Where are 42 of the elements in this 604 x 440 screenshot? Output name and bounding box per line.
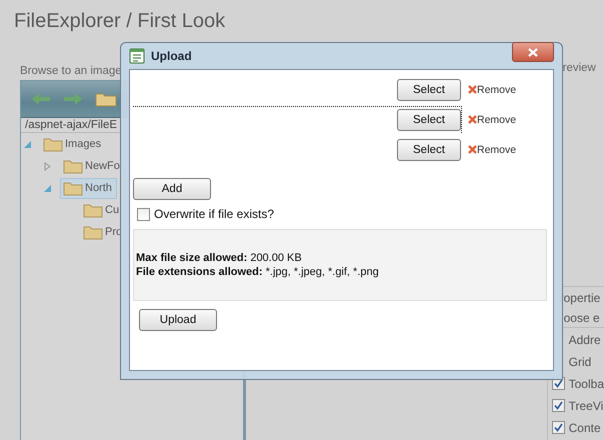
info-text: File extensions allowed: *.jpg, *.jpeg, *.gif, *.png (136, 265, 380, 279)
select-button[interactable]: Select (397, 139, 461, 161)
folder-icon[interactable] (95, 91, 117, 107)
option-label: Grid (568, 354, 592, 368)
folder-icon (63, 180, 83, 196)
option-label: Conte (568, 420, 601, 434)
dialog-title: Upload (151, 49, 193, 63)
tree-item[interactable]: NewFo (60, 156, 125, 176)
folder-icon (63, 158, 83, 174)
remove-icon[interactable] (468, 115, 477, 124)
collapsed-triangle-icon[interactable] (44, 162, 52, 170)
expanded-triangle-icon[interactable] (24, 140, 32, 148)
form-icon (129, 48, 145, 64)
info-text: Max file size allowed: 200.00 KB (136, 251, 303, 265)
remove-icon[interactable] (468, 85, 477, 94)
checkbox[interactable] (552, 420, 565, 434)
remove-link[interactable]: Remove (477, 114, 521, 126)
option-label: Addre (568, 332, 601, 346)
remove-icon[interactable] (468, 145, 477, 154)
folder-icon (43, 136, 63, 152)
expanded-triangle-icon[interactable] (44, 184, 52, 192)
checkbox-label: Overwrite if file exists? (154, 207, 274, 221)
folder-icon (83, 202, 103, 218)
folder-icon (83, 224, 103, 240)
tree-item[interactable]: North (60, 178, 117, 198)
remove-link[interactable]: Remove (477, 144, 521, 156)
preview-label: review (562, 62, 597, 76)
page-title: FileExplorer / First Look (14, 10, 226, 32)
option-label: Toolba (568, 376, 604, 390)
close-button[interactable] (512, 42, 554, 62)
select-button[interactable]: Select (397, 79, 461, 101)
select-button[interactable]: Select (397, 109, 461, 131)
checkbox[interactable] (137, 208, 150, 220)
checkbox[interactable] (552, 398, 565, 412)
close-icon (528, 48, 538, 56)
browse-hint: Browse to an image (20, 65, 122, 79)
option-label: TreeVi (568, 398, 604, 412)
remove-link[interactable]: Remove (477, 84, 521, 96)
tree-item[interactable]: Cu (80, 200, 124, 220)
add-button[interactable]: Add (133, 178, 211, 200)
upload-button[interactable]: Upload (139, 309, 217, 331)
tree-item[interactable]: Images (40, 134, 106, 154)
